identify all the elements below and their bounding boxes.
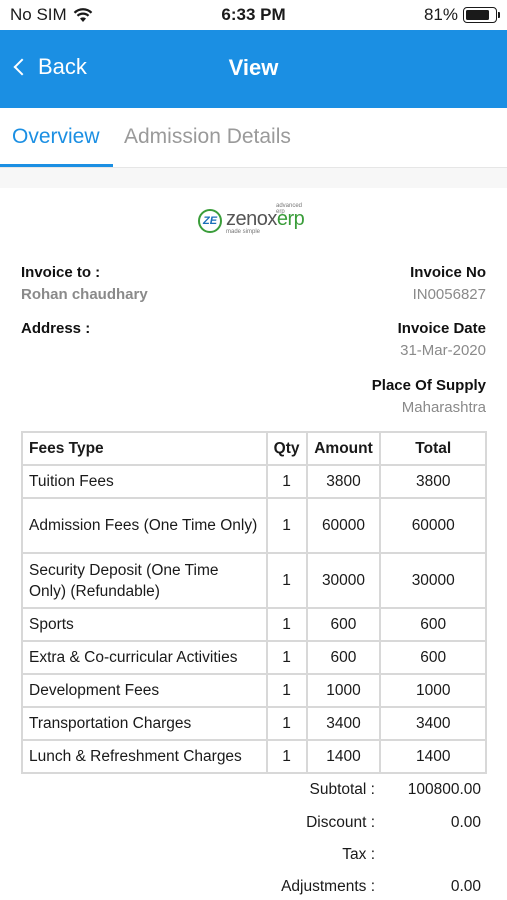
cell-qty: 1 (265, 640, 308, 675)
cell-fees-type: Transportation Charges (21, 706, 268, 741)
tab-bar: Overview Admission Details (0, 108, 507, 168)
table-row: Sports 1 600 600 (21, 607, 487, 642)
cell-qty: 1 (265, 552, 308, 609)
header-total: Total (379, 431, 487, 466)
cell-total: 3400 (379, 706, 487, 741)
cell-qty: 1 (265, 464, 308, 499)
table-row: Development Fees 1 1000 1000 (21, 673, 487, 708)
address-label: Address : (21, 320, 91, 337)
cell-total: 600 (379, 640, 487, 675)
cell-total: 600 (379, 607, 487, 642)
cell-amount: 60000 (305, 497, 382, 554)
adjustments-value: 0.00 (450, 878, 481, 895)
place-of-supply-value: Maharashtra (401, 399, 486, 416)
cell-qty: 1 (265, 607, 308, 642)
invoice-date-value: 31-Mar-2020 (400, 342, 486, 359)
cell-amount: 600 (305, 640, 382, 675)
discount-value: 0.00 (450, 814, 481, 831)
cell-amount: 1400 (305, 739, 382, 774)
battery-fill (466, 10, 489, 20)
cell-total: 60000 (379, 497, 487, 554)
battery-percent: 81% (423, 5, 458, 24)
cell-total: 3800 (379, 464, 487, 499)
cell-amount: 1000 (305, 673, 382, 708)
discount-label: Discount : (306, 814, 375, 831)
cell-amount: 30000 (305, 552, 382, 609)
active-tab-indicator (0, 164, 113, 167)
logo-tag-bottom: made simple (226, 229, 261, 235)
cell-qty: 1 (265, 497, 308, 554)
fees-table: Fees Type Qty Amount Total Tuition Fees … (21, 431, 487, 774)
tax-label: Tax : (342, 846, 375, 863)
table-row: Transportation Charges 1 3400 3400 (21, 706, 487, 741)
section-divider (0, 168, 507, 188)
invoice-no-label: Invoice No (410, 264, 486, 281)
invoice-no-value: IN0056827 (412, 286, 486, 303)
place-of-supply-label: Place Of Supply (371, 377, 486, 394)
cell-fees-type: Admission Fees (One Time Only) (21, 497, 268, 554)
cell-amount: 3800 (305, 464, 382, 499)
status-bar: No SIM 6:33 PM 81% (0, 0, 507, 30)
battery-icon (463, 7, 500, 23)
invoice-date-label: Invoice Date (397, 320, 486, 337)
table-header-row: Fees Type Qty Amount Total (21, 431, 487, 466)
logo-word-a: zenox (226, 208, 277, 230)
zenoxerp-logo: ZE advanced erp zenoxerp made simple (198, 203, 310, 237)
header-amount: Amount (305, 431, 382, 466)
header-fees-type: Fees Type (21, 431, 268, 466)
cell-fees-type: Extra & Co-curricular Activities (21, 640, 268, 675)
header-qty: Qty (265, 431, 308, 466)
cell-fees-type: Sports (21, 607, 268, 642)
subtotal-value: 100800.00 (407, 781, 481, 798)
tab-overview[interactable]: Overview (12, 125, 100, 149)
cell-fees-type: Development Fees (21, 673, 268, 708)
table-row: Tuition Fees 1 3800 3800 (21, 464, 487, 499)
cell-amount: 600 (305, 607, 382, 642)
logo-word-b: erp (276, 208, 305, 230)
cell-amount: 3400 (305, 706, 382, 741)
cell-qty: 1 (265, 673, 308, 708)
table-row: Admission Fees (One Time Only) 1 60000 6… (21, 497, 487, 554)
cell-total: 30000 (379, 552, 487, 609)
table-row: Lunch & Refreshment Charges 1 1400 1400 (21, 739, 487, 774)
invoice-to-value: Rohan chaudhary (21, 286, 148, 303)
tab-admission-details[interactable]: Admission Details (124, 125, 291, 149)
subtotal-label: Subtotal : (309, 781, 376, 798)
cell-total: 1000 (379, 673, 487, 708)
cell-fees-type: Lunch & Refreshment Charges (21, 739, 268, 774)
logo-wordmark: zenoxerp (226, 208, 305, 231)
cell-fees-type: Security Deposit (One Time Only) (Refund… (21, 552, 268, 609)
cell-qty: 1 (265, 706, 308, 741)
cell-fees-type: Tuition Fees (21, 464, 268, 499)
nav-bar: Back View (0, 30, 507, 108)
invoice-to-label: Invoice to : (21, 264, 101, 281)
battery-info: 81% (423, 5, 500, 25)
page-title: View (228, 55, 279, 80)
logo-mark: ZE (198, 209, 222, 233)
table-row: Extra & Co-curricular Activities 1 600 6… (21, 640, 487, 675)
adjustments-label: Adjustments : (281, 878, 375, 895)
cell-qty: 1 (265, 739, 308, 774)
table-row: Security Deposit (One Time Only) (Refund… (21, 552, 487, 609)
cell-total: 1400 (379, 739, 487, 774)
